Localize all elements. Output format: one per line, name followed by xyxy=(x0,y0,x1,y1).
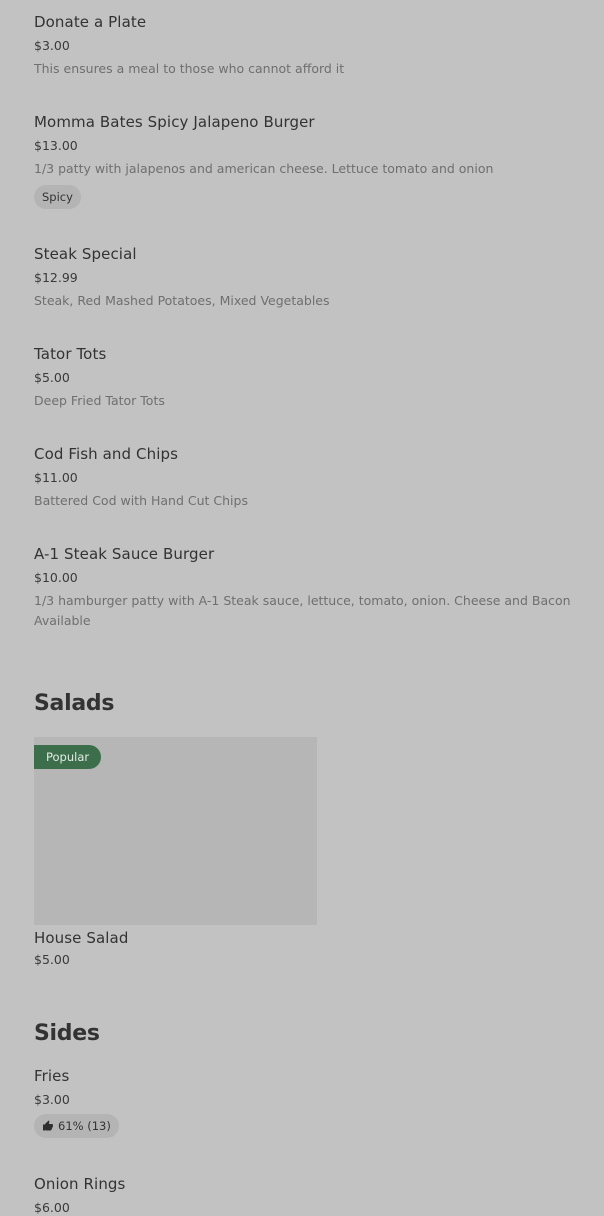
item-price: $3.00 xyxy=(34,1092,70,1107)
item-description: Battered Cod with Hand Cut Chips xyxy=(34,493,248,508)
menu-item-cod-fish-and-chips[interactable]: Cod Fish and Chips $11.00 Battered Cod w… xyxy=(34,444,574,511)
section-title-salads: Salads xyxy=(34,691,115,716)
menu-item-donate-a-plate[interactable]: Donate a Plate $3.00 This ensures a meal… xyxy=(34,12,574,79)
item-name: House Salad xyxy=(34,929,129,947)
item-name: Onion Rings xyxy=(34,1175,126,1193)
item-description: Deep Fried Tator Tots xyxy=(34,393,165,408)
menu-item-steak-special[interactable]: Steak Special $12.99 Steak, Red Mashed P… xyxy=(34,244,574,311)
item-price: $11.00 xyxy=(34,470,78,485)
item-name: Steak Special xyxy=(34,245,137,263)
item-price: $12.99 xyxy=(34,270,78,285)
item-name: Fries xyxy=(34,1067,70,1085)
section-title-sides: Sides xyxy=(34,1021,100,1046)
menu-item-onion-rings[interactable]: Onion Rings $6.00 xyxy=(34,1174,574,1216)
item-price: $5.00 xyxy=(34,952,70,967)
item-price: $5.00 xyxy=(34,370,70,385)
item-price: $13.00 xyxy=(34,138,78,153)
rating-text: 61% (13) xyxy=(58,1119,111,1133)
item-description: 1/3 hamburger patty with A-1 Steak sauce… xyxy=(34,593,571,628)
menu-item-tator-tots[interactable]: Tator Tots $5.00 Deep Fried Tator Tots xyxy=(34,344,574,411)
item-description: This ensures a meal to those who cannot … xyxy=(34,61,345,76)
menu-item-a1-steak-sauce-burger[interactable]: A-1 Steak Sauce Burger $10.00 1/3 hambur… xyxy=(34,544,574,631)
thumbs-up-icon xyxy=(43,1120,53,1131)
house-salad-image[interactable]: Popular xyxy=(34,737,317,925)
item-name: Momma Bates Spicy Jalapeno Burger xyxy=(34,113,315,131)
item-name: Cod Fish and Chips xyxy=(34,445,179,463)
item-price: $6.00 xyxy=(34,1200,70,1215)
menu-item-house-salad[interactable]: House Salad $5.00 xyxy=(34,928,574,969)
item-description: Steak, Red Mashed Potatoes, Mixed Vegeta… xyxy=(34,293,330,308)
menu-item-jalapeno-burger[interactable]: Momma Bates Spicy Jalapeno Burger $13.00… xyxy=(34,112,574,209)
item-price: $3.00 xyxy=(34,38,70,53)
item-name: Donate a Plate xyxy=(34,13,147,31)
spicy-tag: Spicy xyxy=(34,185,81,209)
rating-badge: 61% (13) xyxy=(34,1114,119,1138)
popular-badge: Popular xyxy=(34,745,102,769)
menu-page: Donate a Plate $3.00 This ensures a meal… xyxy=(0,0,604,1216)
menu-item-fries[interactable]: Fries $3.00 61% (13) xyxy=(34,1066,574,1138)
item-price: $10.00 xyxy=(34,570,78,585)
item-name: A-1 Steak Sauce Burger xyxy=(34,545,215,563)
item-name: Tator Tots xyxy=(34,345,107,363)
item-description: 1/3 patty with jalapenos and american ch… xyxy=(34,161,494,176)
